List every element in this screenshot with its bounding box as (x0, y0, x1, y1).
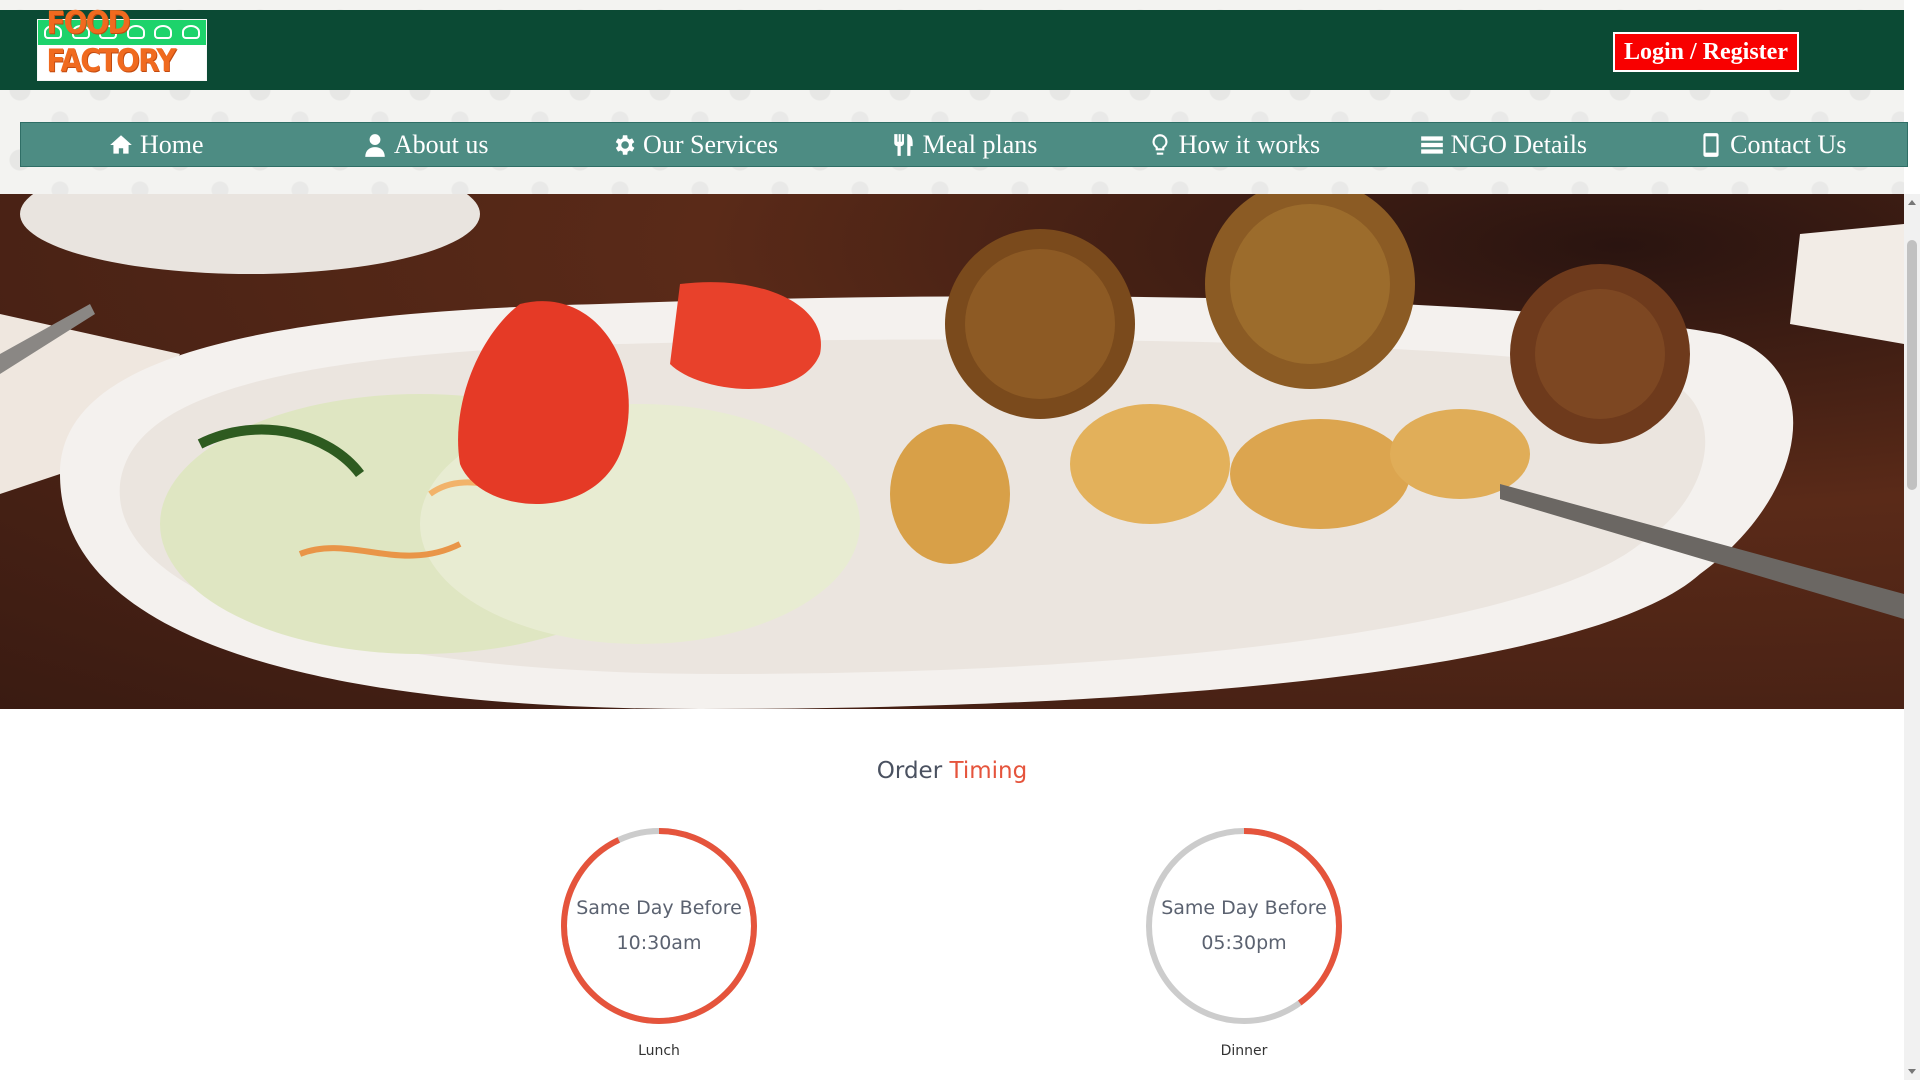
nav-item-label: Contact Us (1730, 129, 1847, 159)
nav-item-ngo-details[interactable]: NGO Details (1368, 123, 1637, 166)
nav-item-home[interactable]: Home (21, 123, 290, 166)
logo[interactable]: FOOD FACTORY (37, 5, 207, 81)
nav-item-label: Meal plans (922, 129, 1038, 159)
mobile-icon (1703, 132, 1719, 157)
list-icon (1420, 135, 1443, 154)
dinner-timer: Same Day Before 05:30pm (1144, 826, 1344, 1026)
scroll-down-icon[interactable] (1908, 1069, 1916, 1074)
site-header: FOOD FACTORY Login / Register (0, 5, 1904, 90)
nav-item-label: NGO Details (1450, 129, 1588, 159)
home-icon (110, 134, 132, 154)
timer-line-2: 10:30am (616, 932, 702, 954)
gear-icon (615, 134, 635, 155)
login-register-button[interactable]: Login / Register (1613, 32, 1799, 72)
timer-line-1: Same Day Before (1161, 897, 1327, 919)
nav-item-label: Our Services (643, 129, 779, 159)
page-scrollbar[interactable] (1904, 194, 1920, 1080)
nav-item-about[interactable]: About us (290, 123, 559, 166)
lunch-timer: Same Day Before 10:30am (559, 826, 759, 1026)
nav-item-contact[interactable]: Contact Us (1638, 123, 1907, 166)
title-part-2: Timing (949, 758, 1028, 784)
hero-image (0, 194, 1904, 709)
nav-item-services[interactable]: Our Services (560, 123, 829, 166)
dinner-label: Dinner (1220, 1043, 1268, 1059)
nav-item-how-it-works[interactable]: How it works (1099, 123, 1368, 166)
lightbulb-icon (1152, 133, 1168, 155)
food-plate-image (0, 194, 1904, 709)
logo-text: FOOD FACTORY (46, 5, 176, 79)
nav-item-label: How it works (1178, 129, 1321, 159)
nav-item-meal-plans[interactable]: Meal plans (829, 123, 1098, 166)
nav-item-label: Home (139, 129, 204, 159)
scroll-up-icon[interactable] (1908, 200, 1916, 205)
scroll-thumb[interactable] (1907, 240, 1917, 490)
cutlery-icon (893, 133, 913, 156)
title-part-1: Order (876, 758, 943, 784)
timer-line-2: 05:30pm (1201, 932, 1287, 954)
nav-item-label: About us (393, 129, 489, 159)
order-timing-title: Order Timing (0, 758, 1904, 784)
user-icon (365, 133, 385, 157)
timer-line-1: Same Day Before (576, 897, 742, 919)
lunch-label: Lunch (638, 1043, 680, 1059)
main-nav: Home About us Our Services Meal plans Ho… (20, 122, 1908, 167)
